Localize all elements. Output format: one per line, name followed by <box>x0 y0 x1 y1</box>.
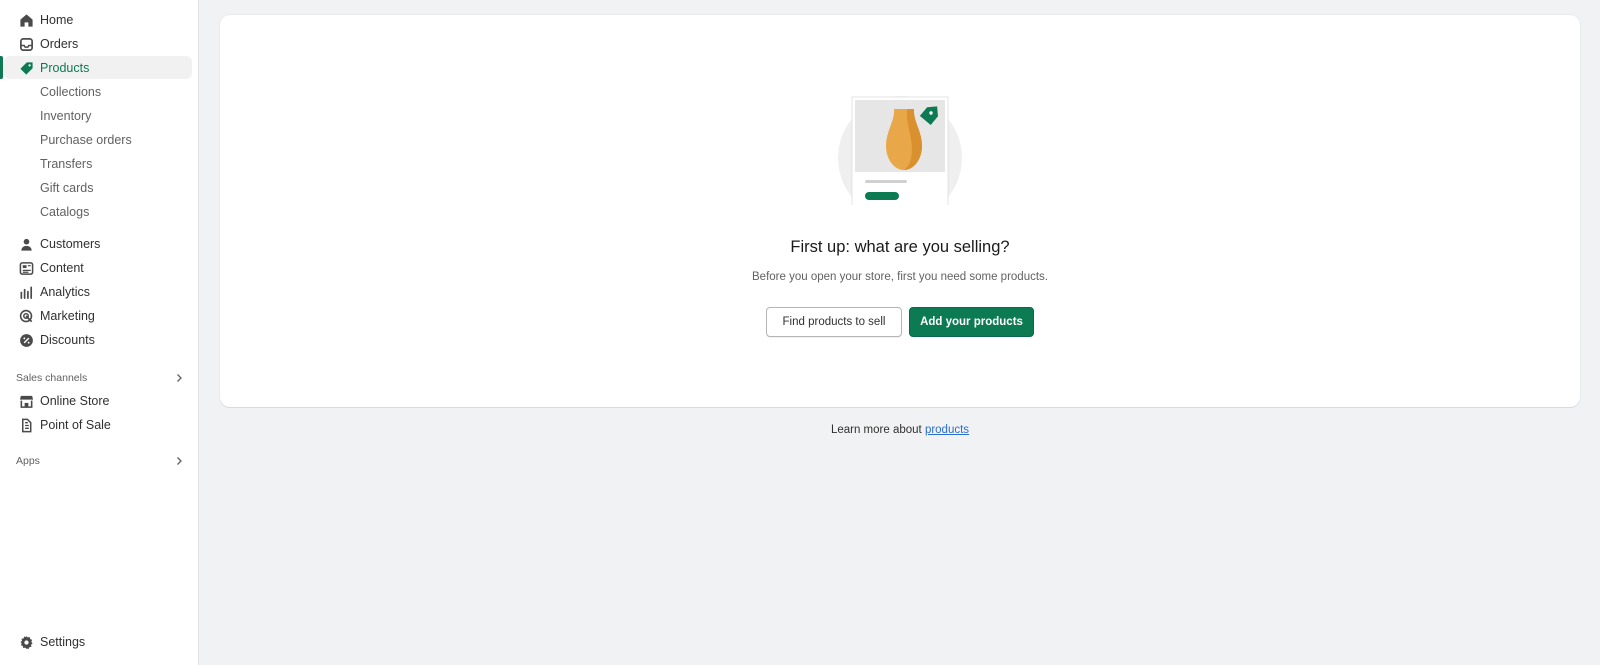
sidebar-item-label: Collections <box>40 84 102 99</box>
empty-state-card: First up: what are you selling? Before y… <box>220 15 1580 407</box>
target-icon <box>18 308 34 324</box>
pos-icon <box>18 417 34 433</box>
sidebar-item-label: Purchase orders <box>40 132 132 147</box>
sidebar-item-home[interactable]: Home <box>4 8 192 31</box>
sidebar-item-label: Point of Sale <box>40 417 111 432</box>
sidebar-item-products[interactable]: Products <box>4 56 192 79</box>
sidebar-item-label: Products <box>40 60 90 75</box>
sidebar-item-inventory[interactable]: Inventory <box>4 104 192 127</box>
sidebar-item-orders[interactable]: Orders <box>4 32 192 55</box>
sidebar-item-label: Catalogs <box>40 204 90 219</box>
sidebar-item-purchase-orders[interactable]: Purchase orders <box>4 128 192 151</box>
store-icon <box>18 393 34 409</box>
person-icon <box>18 236 34 252</box>
apps-header[interactable]: Apps <box>16 452 184 470</box>
learn-more-text: Learn more about products <box>220 424 1580 436</box>
sidebar-item-label: Online Store <box>40 393 110 408</box>
sidebar-item-label: Settings <box>40 634 86 649</box>
sales-channels-header[interactable]: Sales channels <box>16 369 184 387</box>
chevron-right-icon <box>177 374 182 382</box>
sidebar-item-label: Discounts <box>40 332 95 347</box>
sidebar-item-label: Orders <box>40 36 79 51</box>
sidebar-item-transfers[interactable]: Transfers <box>4 152 192 175</box>
sales-channels-label: Sales channels <box>16 372 88 384</box>
sidebar-item-settings[interactable]: Settings <box>4 630 192 653</box>
discount-icon <box>18 332 34 348</box>
empty-state-description: Before you open your store, first you ne… <box>752 271 1048 283</box>
sidebar-item-online-store[interactable]: Online Store <box>4 389 192 412</box>
sidebar: Home Orders Products Collections Invento… <box>0 0 199 665</box>
sidebar-item-label: Home <box>40 12 74 27</box>
tag-icon <box>18 60 34 76</box>
add-products-button[interactable]: Add your products <box>909 307 1034 337</box>
home-icon <box>18 12 34 28</box>
sidebar-item-customers[interactable]: Customers <box>4 232 192 255</box>
gear-icon <box>18 634 34 650</box>
sidebar-item-catalogs[interactable]: Catalogs <box>4 200 192 223</box>
sidebar-item-point-of-sale[interactable]: Point of Sale <box>4 413 192 436</box>
sidebar-item-label: Analytics <box>40 284 91 299</box>
sidebar-item-content[interactable]: Content <box>4 256 192 279</box>
sidebar-item-collections[interactable]: Collections <box>4 80 192 103</box>
inbox-icon <box>18 36 34 52</box>
products-link[interactable]: products <box>925 424 969 436</box>
sidebar-item-label: Marketing <box>40 308 95 323</box>
chevron-right-icon <box>177 457 182 465</box>
apps-label: Apps <box>16 455 40 467</box>
sidebar-item-label: Transfers <box>40 156 93 171</box>
sidebar-item-discounts[interactable]: Discounts <box>4 328 192 351</box>
product-illustration <box>838 96 962 205</box>
find-products-button[interactable]: Find products to sell <box>766 307 902 337</box>
sidebar-item-marketing[interactable]: Marketing <box>4 304 192 327</box>
sidebar-item-label: Inventory <box>40 108 92 123</box>
sidebar-item-label: Gift cards <box>40 180 94 195</box>
content-icon <box>18 260 34 276</box>
sidebar-item-gift-cards[interactable]: Gift cards <box>4 176 192 199</box>
sidebar-item-label: Customers <box>40 236 101 251</box>
sidebar-item-label: Content <box>40 260 84 275</box>
page-title: First up: what are you selling? <box>790 238 1010 256</box>
active-indicator <box>0 56 3 79</box>
learn-more-prefix: Learn more about <box>830 424 922 436</box>
bar-chart-icon <box>18 284 34 300</box>
sidebar-item-analytics[interactable]: Analytics <box>4 280 192 303</box>
